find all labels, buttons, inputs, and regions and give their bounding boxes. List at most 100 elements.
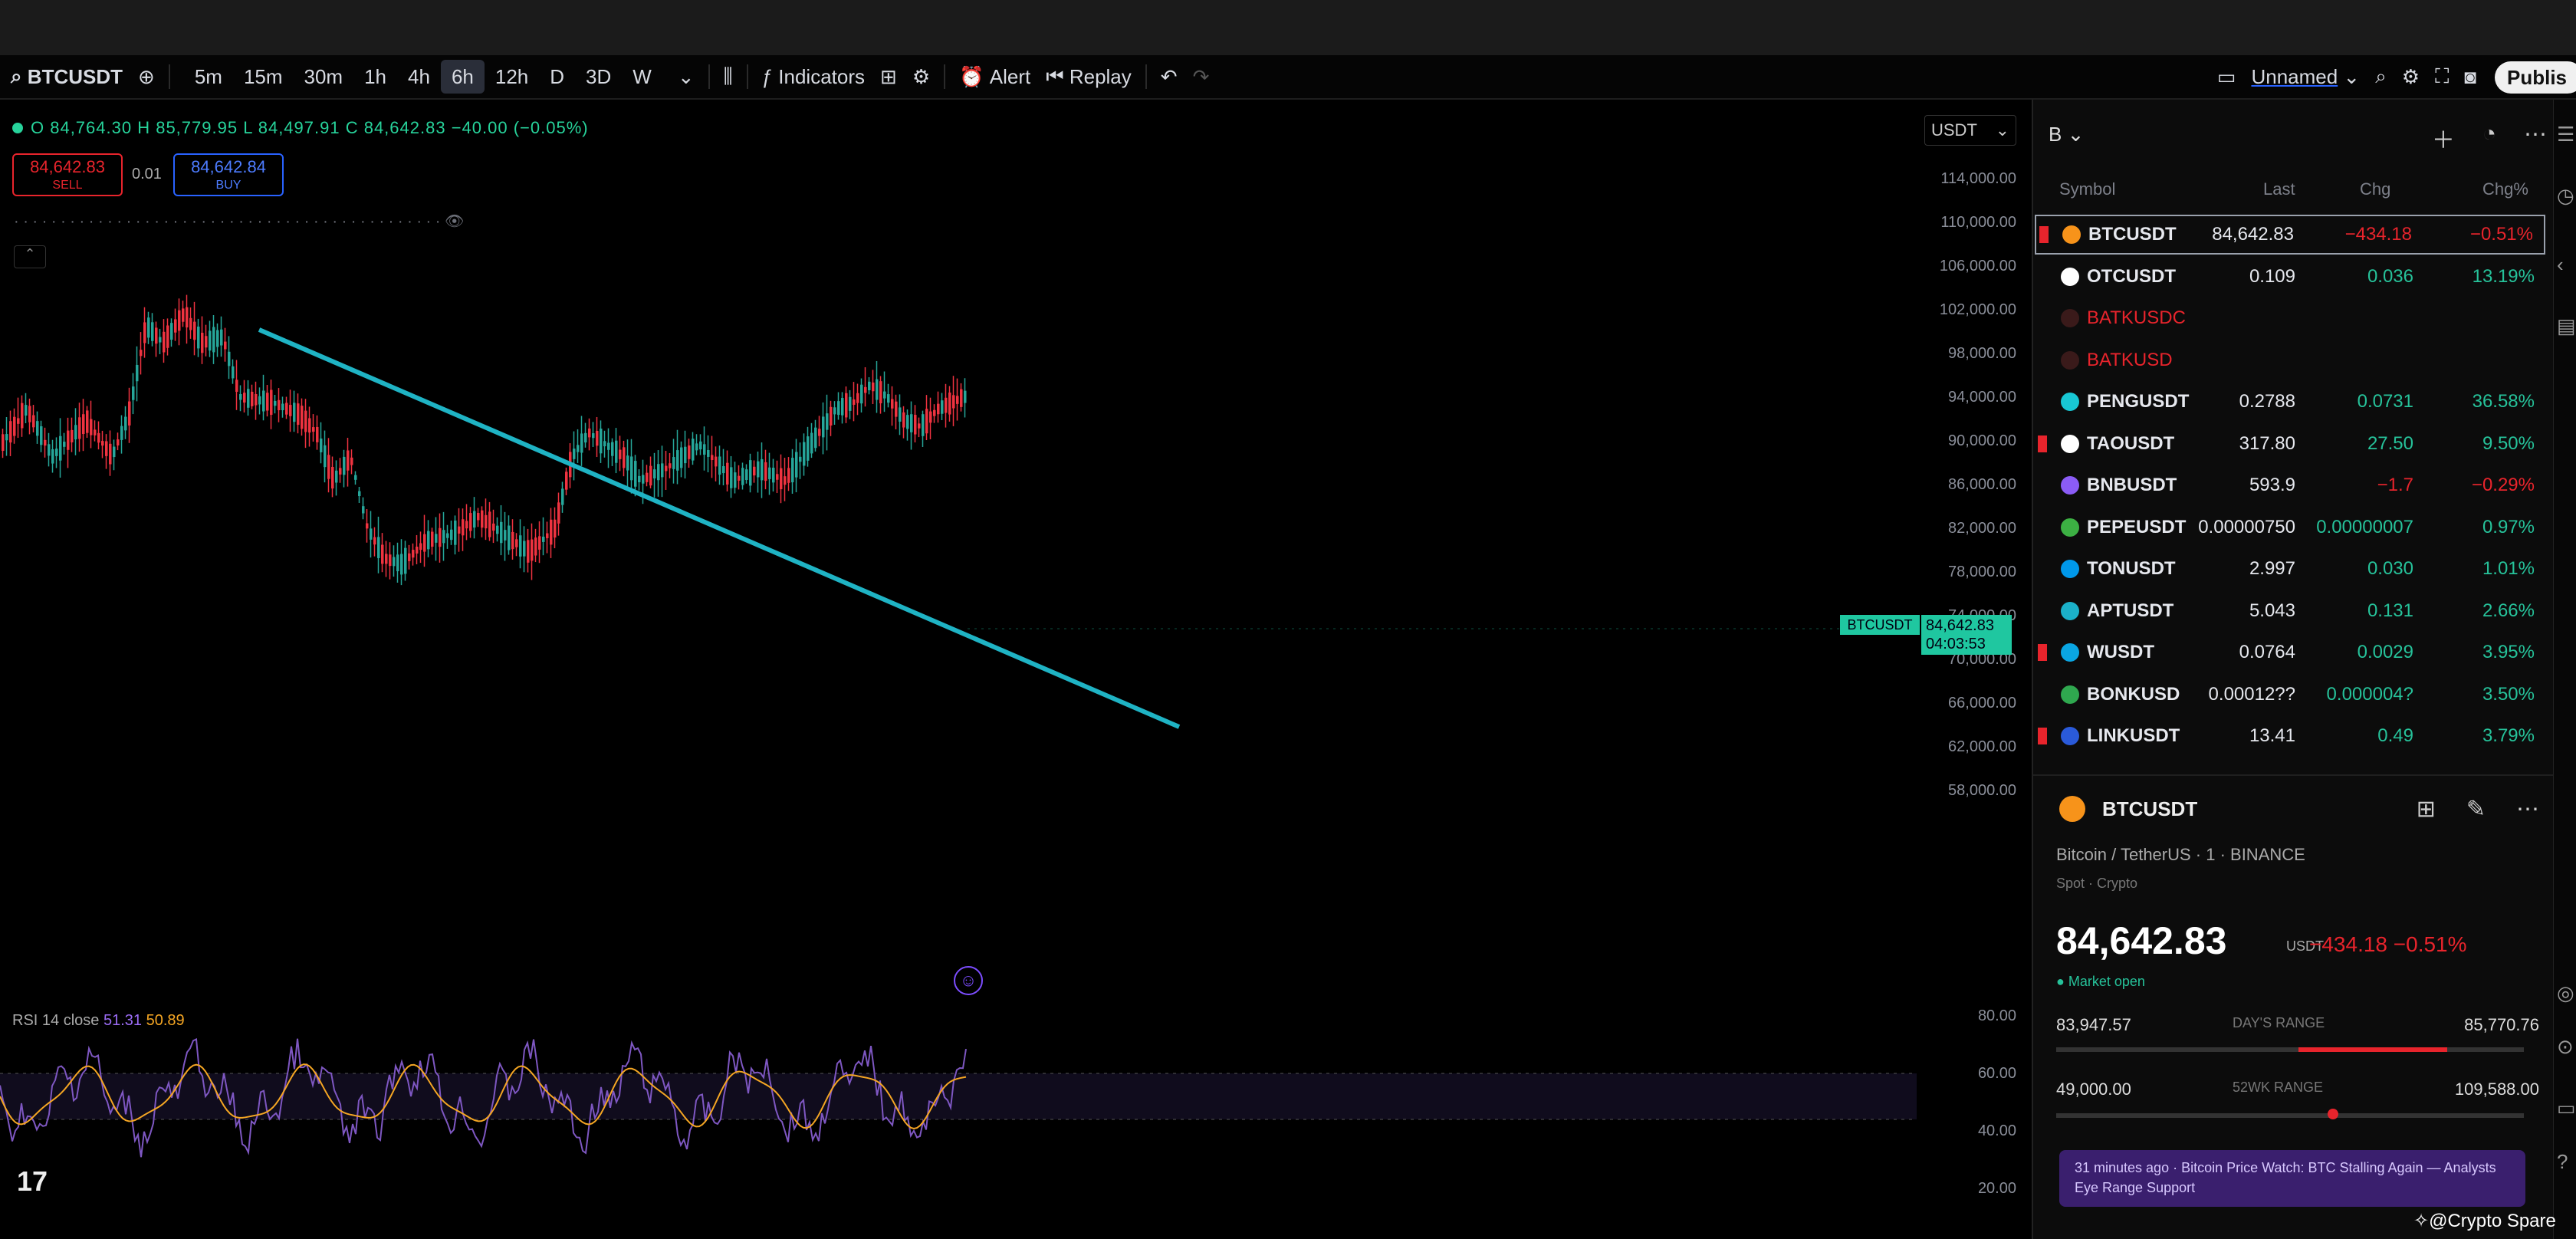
candle-body [676, 450, 679, 471]
interval-3D[interactable]: 3D [575, 65, 622, 89]
symbol-search[interactable]: ⌕ BTCUSDT [0, 55, 130, 98]
watchlist-row[interactable]: BATKUSDC [2035, 298, 2545, 338]
target-icon[interactable]: ◎ [2557, 981, 2574, 1005]
indicator-legend[interactable]: · · · · · · · · · · · · · · · · · · · · … [14, 212, 464, 231]
candle-body [25, 405, 28, 416]
templates-button[interactable]: ⊞ [872, 55, 905, 98]
interval-6h[interactable]: 6h [440, 60, 485, 94]
more-icon[interactable]: ⋯ [2524, 121, 2547, 155]
fullscreen-button[interactable]: ⛶ [2427, 55, 2456, 98]
settings-button[interactable]: ⚙ [905, 55, 938, 98]
price-tick: 86,000.00 [1948, 476, 2016, 493]
price-axis[interactable]: 114,000.00 110,000.00 106,000.00 102,000.00… [1924, 100, 2032, 1239]
edit-icon[interactable]: ✎ [2466, 796, 2486, 823]
undo-button[interactable]: ↶ [1153, 55, 1185, 98]
collapse-legend-button[interactable]: ⌃ [14, 245, 46, 268]
bar-style-button[interactable]: ⫼ [716, 55, 741, 98]
watchlist-row[interactable]: TONUSDT 2.997 0.030 1.01% [2035, 549, 2545, 589]
watchlist-row[interactable]: BNBUSDT 593.9 −1.7 −0.29% [2035, 465, 2545, 505]
watchlist-row[interactable]: BATKUSD [2035, 340, 2545, 380]
watchlist-row[interactable]: OTCUSDT 0.109 0.036 13.19% [2035, 257, 2545, 297]
flag-icon[interactable] [2038, 728, 2047, 744]
row-chg: 0.00000007 [2316, 516, 2413, 537]
candles [2, 294, 967, 586]
interval-D[interactable]: D [539, 65, 575, 89]
interval-15m[interactable]: 15m [233, 65, 294, 89]
price-chart-canvas[interactable] [0, 100, 1917, 1239]
snapshot-button[interactable]: ◙ [2456, 55, 2484, 98]
trendline[interactable] [258, 327, 1181, 729]
candle-body [941, 400, 944, 414]
chevron-down-icon: ⌄ [2067, 123, 2085, 146]
candle-body [837, 401, 840, 416]
row-chg: 27.50 [2367, 432, 2413, 454]
hotlist-icon[interactable]: ▭ [2557, 1096, 2576, 1120]
interval-W[interactable]: W [622, 65, 662, 89]
candle-body [519, 535, 522, 557]
column-last[interactable]: Last [2263, 179, 2295, 199]
watchlist-icon[interactable]: ☰ [2557, 123, 2574, 146]
candle-body [289, 405, 292, 416]
layout-grid-icon[interactable]: ⊞ [2417, 796, 2436, 823]
watchlist-row[interactable]: BTCUSDT 84,642.83 −434.18 −0.51% [2035, 215, 2545, 255]
interval-dropdown[interactable]: ⌄ [670, 55, 702, 98]
watchlist-row[interactable]: BONKUSD 0.00012?? 0.000004? 3.50% [2035, 675, 2545, 715]
candle-body [255, 393, 258, 406]
chart-pane[interactable]: O 84,764.30 H 85,779.95 L 84,497.91 C 84… [0, 100, 2024, 1239]
candle-body [711, 455, 714, 461]
interval-1h[interactable]: 1h [353, 65, 397, 89]
flag-icon[interactable] [2038, 644, 2047, 661]
day-range-label: DAY'S RANGE [2233, 1015, 2325, 1030]
publish-button[interactable]: Publis [2495, 61, 2576, 94]
candle-body [477, 513, 480, 521]
interval-12h[interactable]: 12h [485, 65, 539, 89]
interval-5m[interactable]: 5m [184, 65, 233, 89]
watchlist-row[interactable]: PEPEUSDT 0.00000750 0.00000007 0.97% [2035, 508, 2545, 547]
compare-button[interactable]: ⊕ [130, 55, 163, 98]
watchlist-row[interactable]: PENGUSDT 0.2788 0.0731 36.58% [2035, 382, 2545, 422]
pin-icon[interactable]: ⊙ [2557, 1035, 2574, 1059]
chat-icon[interactable]: ‹ [2557, 253, 2564, 277]
column-symbol[interactable]: Symbol [2059, 179, 2115, 199]
settings-gear-button[interactable]: ⚙ [2394, 55, 2427, 98]
indicators-button[interactable]: ƒ Indicators [754, 55, 872, 98]
buy-button[interactable]: 84,642.84 BUY [173, 153, 284, 196]
details-symbol[interactable]: BTCUSDT [2102, 797, 2197, 821]
news-banner[interactable]: 31 minutes ago · Bitcoin Price Watch: BT… [2059, 1150, 2525, 1207]
layout-button[interactable]: ▭ [2210, 55, 2244, 98]
flag-icon[interactable] [2039, 226, 2049, 243]
clock-icon[interactable]: ◔ [2482, 121, 2496, 155]
more-icon[interactable]: ⋯ [2516, 796, 2539, 823]
interval-30m[interactable]: 30m [294, 65, 354, 89]
watchlist-row[interactable]: TAOUSDT 317.80 27.50 9.50% [2035, 424, 2545, 464]
watchlist-row[interactable]: LINKUSDT 13.41 0.49 3.79% [2035, 716, 2545, 756]
candle-body [695, 443, 698, 451]
alert-button[interactable]: ⏰ Alert [951, 55, 1038, 98]
emoji-marker-icon[interactable]: ☺ [954, 966, 983, 995]
watchlist-row[interactable]: APTUSDT 5.043 0.131 2.66% [2035, 591, 2545, 631]
coin-icon [2061, 601, 2079, 620]
candle-body [784, 476, 787, 485]
price-tick: 114,000.00 [1940, 170, 2016, 187]
watchlist-selector[interactable]: B ⌄ [2049, 123, 2084, 146]
redo-button[interactable]: ↷ [1185, 55, 1217, 98]
column-chg[interactable]: Chg [2360, 179, 2390, 199]
bar-countdown: 04:03:53 [1926, 636, 1986, 652]
candle-body [21, 403, 24, 429]
watchlist-row[interactable]: WUSDT 0.0764 0.0029 3.95% [2035, 633, 2545, 672]
replay-button[interactable]: ⏮ Replay [1038, 55, 1139, 98]
layout-name[interactable]: Unnamed ⌄ [2243, 55, 2367, 98]
candle-body [703, 444, 706, 455]
flag-icon[interactable] [2038, 435, 2047, 452]
publish-label: Publis [2507, 65, 2568, 89]
alerts-icon[interactable]: ◷ [2557, 184, 2574, 208]
quick-search-button[interactable]: ⌕ [2367, 55, 2394, 98]
candle-body [948, 393, 951, 415]
help-icon[interactable]: ? [2557, 1150, 2568, 1174]
interval-4h[interactable]: 4h [397, 65, 441, 89]
news-icon[interactable]: ▤ [2557, 314, 2576, 338]
add-symbol-icon[interactable]: ＋ [2432, 121, 2455, 155]
candle-body [849, 396, 852, 411]
column-chgp[interactable]: Chg% [2482, 179, 2528, 199]
sell-button[interactable]: 84,642.83 SELL [12, 153, 123, 196]
